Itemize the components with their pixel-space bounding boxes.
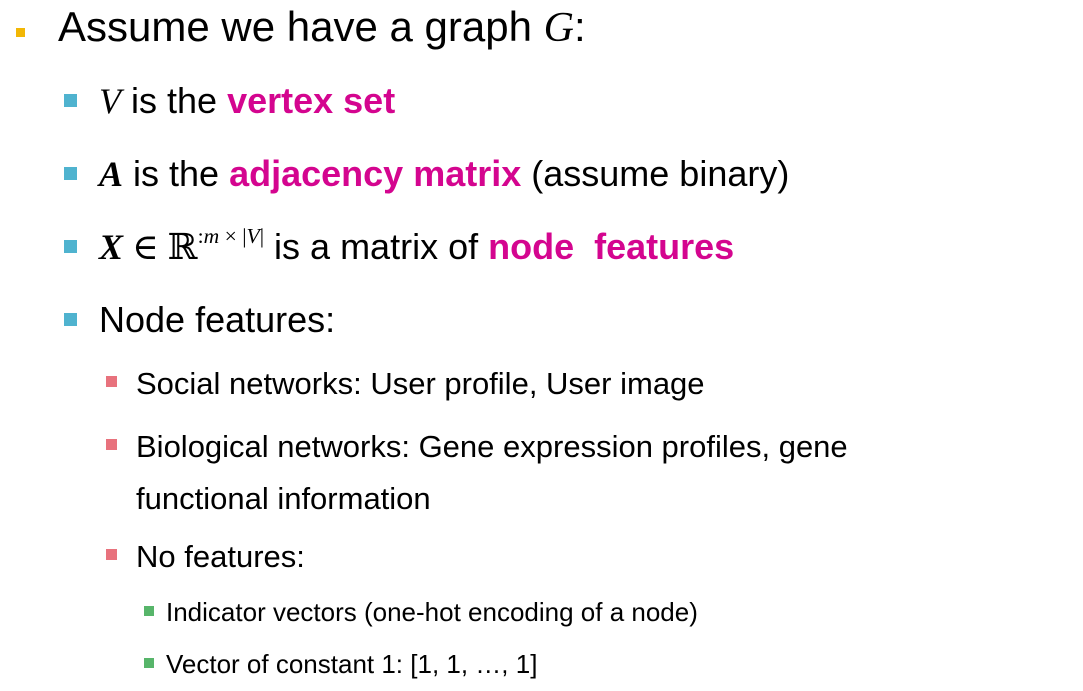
bullet-level2-icon: [64, 94, 77, 107]
bullet-level4-icon: [144, 606, 154, 616]
feature-matrix-variable: X: [99, 227, 124, 267]
slide: Assume we have a graph G: V is the verte…: [0, 0, 1083, 691]
reals-symbol: ℝ: [167, 227, 198, 267]
highlight-node-features: node features: [488, 226, 735, 267]
line-no-features: No features:: [136, 539, 305, 574]
line-indicator-vectors: Indicator vectors (one-hot encoding of a…: [166, 597, 698, 627]
bullet-level2-icon: [64, 167, 77, 180]
line-social-networks: Social networks: User profile, User imag…: [136, 366, 705, 401]
bullet-level3-icon: [106, 376, 117, 387]
line-biological-networks: Biological networks: Gene expression pro…: [136, 429, 848, 464]
sup-bar-right: |: [259, 223, 265, 248]
line-adjacency-matrix: A is the adjacency matrix (assume binary…: [99, 153, 789, 195]
bullet-level3-icon: [106, 439, 117, 450]
highlight-adjacency-matrix: adjacency matrix: [229, 153, 522, 194]
text: (assume binary): [521, 153, 790, 194]
line-constant-vector: Vector of constant 1: [1, 1, …, 1]: [166, 649, 538, 679]
element-of-symbol: ∈: [123, 227, 168, 267]
line-vertex-set: V is the vertex set: [99, 80, 395, 122]
bullet-level2-icon: [64, 240, 77, 253]
sup-m: m: [203, 223, 220, 248]
line-assume-graph: Assume we have a graph G:: [58, 3, 586, 52]
line-biological-networks-cont: functional information: [136, 481, 431, 516]
text: is a matrix of: [264, 226, 489, 267]
text: is the: [123, 153, 230, 194]
sup-times: ×: [219, 223, 243, 248]
text: :: [573, 3, 586, 50]
line-node-features: Node features:: [99, 299, 336, 340]
adjacency-variable: A: [99, 154, 124, 194]
highlight-vertex-set: vertex set: [227, 80, 396, 121]
line-feature-matrix: X ∈ ℝ:m × |V| is a matrix of node featur…: [99, 223, 735, 268]
bullet-level3-icon: [106, 549, 117, 560]
text: is the: [121, 80, 228, 121]
bullet-level1-icon: [16, 28, 25, 37]
bullet-level4-icon: [144, 658, 154, 668]
vertex-variable: V: [99, 81, 121, 121]
dimension-superscript: :m × |V|: [198, 223, 264, 248]
sup-v: V: [246, 223, 260, 248]
graph-variable: G: [543, 5, 574, 51]
text: Assume we have a graph: [58, 3, 544, 50]
bullet-level2-icon: [64, 313, 77, 326]
